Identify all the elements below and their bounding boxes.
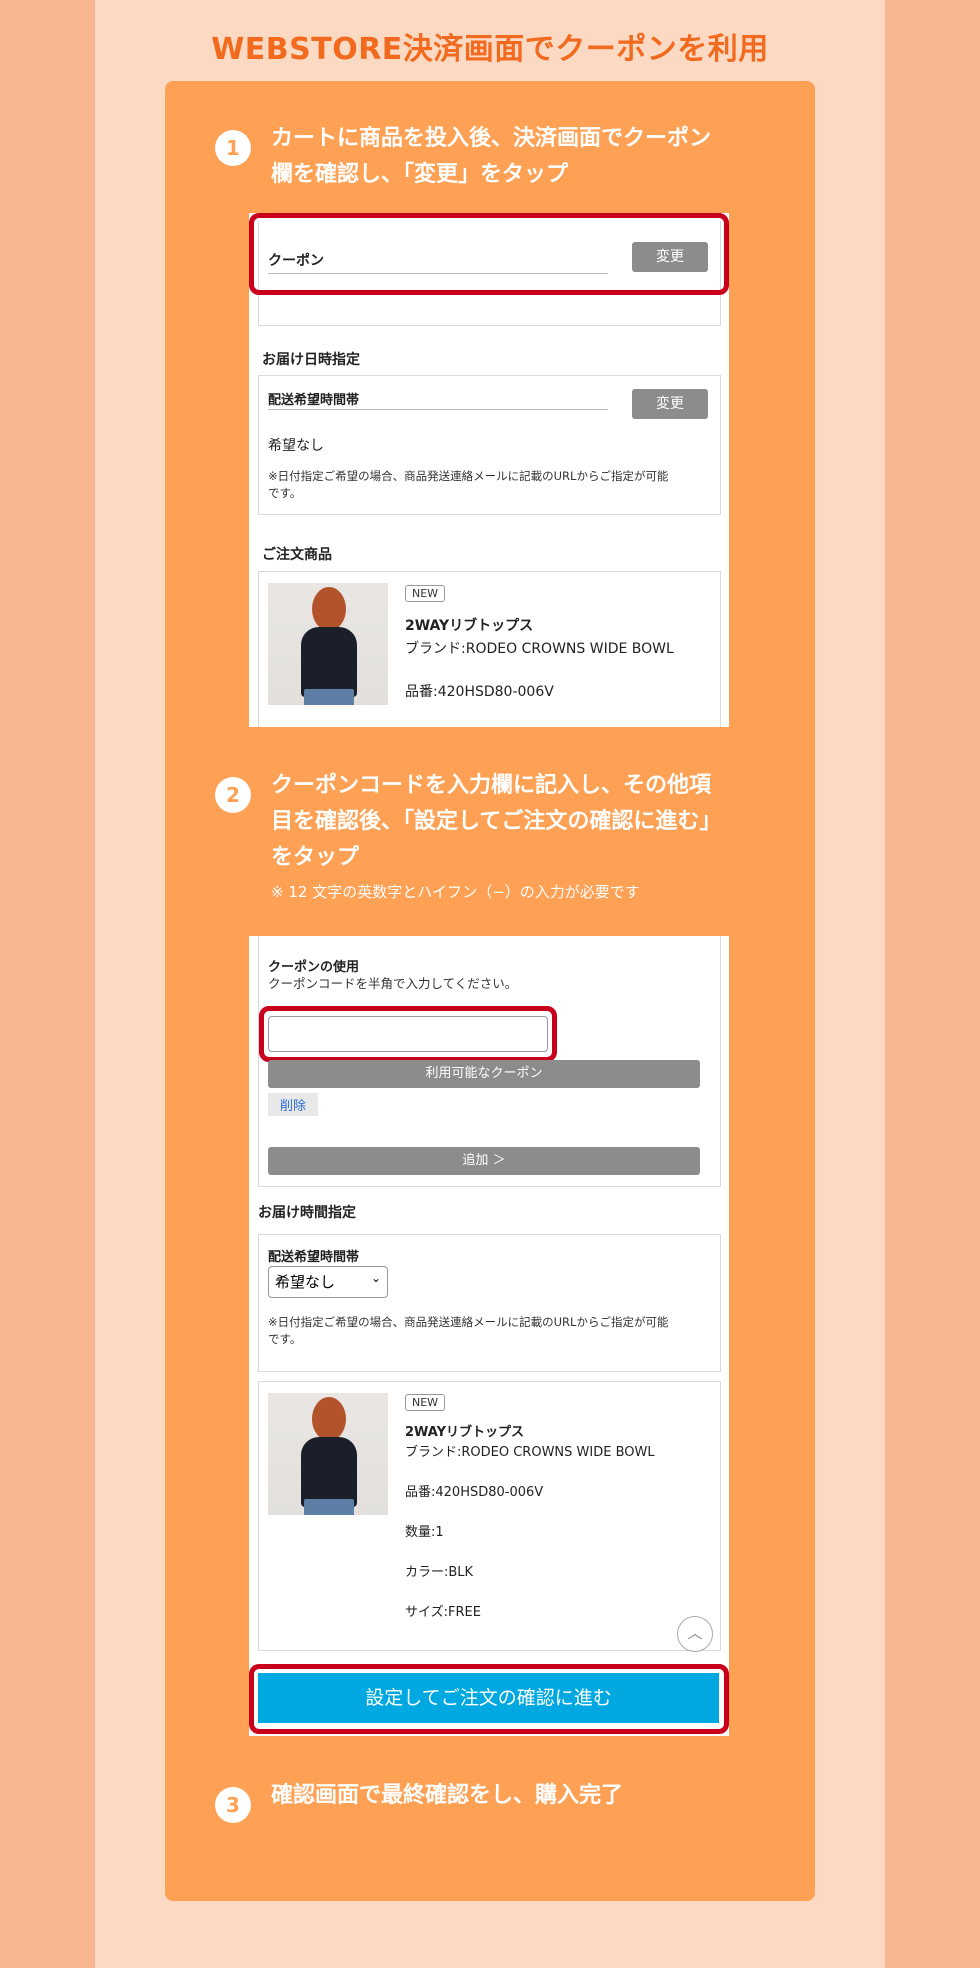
step-2-note: ※ 12 文字の英数字とハイフン（−）の入力が必要です	[271, 883, 640, 901]
page-title: WEBSTORE決済画面でクーポンを利用	[211, 32, 769, 67]
product-image	[268, 583, 388, 705]
content-column: WEBSTORE決済画面でクーポンを利用 1 カートに商品を投入後、決済画面でク…	[95, 0, 885, 1968]
delete-link[interactable]: 削除	[268, 1093, 319, 1116]
product-name-2: 2WAYリブトップス	[405, 1425, 525, 1440]
chevron-down-icon: ⌄	[370, 1271, 381, 1285]
new-badge: NEW	[405, 585, 446, 602]
time-select[interactable]: 希望なし ⌄	[268, 1266, 388, 1298]
time-label: 配送希望時間帯	[268, 393, 360, 408]
time-select-value: 希望なし	[275, 1273, 336, 1291]
instructions-panel: 1 カートに商品を投入後、決済画面でクーポン 欄を確認し、「変更」をタップ クー…	[165, 81, 815, 1901]
highlight-coupon-change	[249, 213, 729, 295]
highlight-coupon-input	[259, 1006, 557, 1062]
time-change-button[interactable]: 変更	[632, 389, 708, 419]
checkout-screenshot-1: クーポン 変更 お届け日時指定 配送希望時間帯 変更 希望なし ※日付指定ご希望…	[249, 213, 729, 727]
step-3-line-1: 確認画面で最終確認をし、購入完了	[271, 1783, 624, 1808]
step-1-line-2: 欄を確認し、「変更」をタップ	[271, 162, 569, 187]
step-2-line-1: クーポンコードを入力欄に記入し、その他項	[271, 773, 712, 798]
date-note-2-line-1: ※日付指定ご希望の場合、商品発送連絡メールに記載のURLからご指定が可能	[268, 1315, 669, 1329]
product-image-2	[268, 1393, 388, 1515]
date-note-2-line-2: です。	[268, 1332, 302, 1346]
product-color: カラー:BLK	[405, 1565, 474, 1580]
highlight-proceed-button	[249, 1664, 729, 1734]
step-1-number: 1	[215, 130, 251, 166]
coupon-use-hint: クーポンコードを半角で入力してください。	[268, 976, 518, 991]
product-size: サイズ:FREE	[405, 1605, 481, 1620]
add-coupon-button[interactable]: 追加 ＞	[268, 1147, 700, 1175]
coupon-use-heading: クーポンの使用	[268, 960, 360, 975]
delivery-time-heading: お届け時間指定	[258, 1205, 356, 1221]
product-name: 2WAYリブトップス	[405, 618, 534, 634]
step-2-line-2: 目を確認後、「設定してご注文の確認に進む」	[271, 809, 722, 834]
time-underline	[268, 409, 608, 410]
product-sku: 品番:420HSD80-006V	[405, 684, 554, 700]
date-note-line-2: です。	[268, 486, 302, 500]
delivery-heading: お届け日時指定	[262, 352, 360, 368]
step-1-line-1: カートに商品を投入後、決済画面でクーポン	[271, 126, 712, 151]
time-value: 希望なし	[268, 438, 324, 454]
new-badge-2: NEW	[405, 1394, 446, 1411]
step-2-number: 2	[215, 777, 251, 813]
checkout-screenshot-2: クーポンの使用 クーポンコードを半角で入力してください。 利用可能なクーポン 削…	[249, 936, 729, 1736]
product-qty: 数量:1	[405, 1525, 444, 1540]
order-heading: ご注文商品	[262, 547, 332, 563]
product-brand-2: ブランド:RODEO CROWNS WIDE BOWL	[405, 1445, 655, 1460]
step-2-line-3: をタップ	[271, 845, 360, 870]
product-sku-2: 品番:420HSD80-006V	[405, 1485, 544, 1500]
product-brand: ブランド:RODEO CROWNS WIDE BOWL	[405, 641, 674, 657]
chevron-up-icon[interactable]: ︿	[677, 1616, 713, 1652]
date-note-line-1: ※日付指定ご希望の場合、商品発送連絡メールに記載のURLからご指定が可能	[268, 469, 669, 483]
time-label-2: 配送希望時間帯	[268, 1250, 360, 1265]
available-coupons-button[interactable]: 利用可能なクーポン	[268, 1060, 700, 1088]
step-3-number: 3	[215, 1787, 251, 1823]
